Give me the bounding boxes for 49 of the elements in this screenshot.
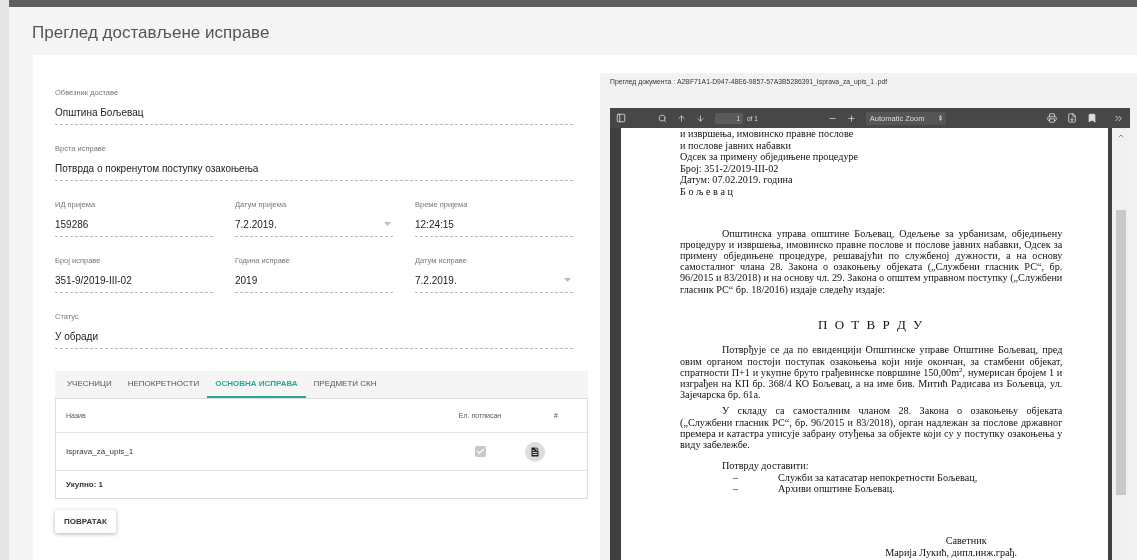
tab[interactable]: УЧЕСНИЦИ xyxy=(59,371,120,398)
dropdown-icon xyxy=(564,278,571,282)
document-line: и извршења, имовинско правне послове xyxy=(680,128,855,140)
date-field[interactable]: 7.2.2019. xyxy=(415,274,573,293)
document-line: Одсек за примену обједињене процедуре xyxy=(680,151,860,163)
document-button[interactable] xyxy=(525,441,545,462)
save-icon[interactable] xyxy=(1067,113,1077,123)
bookmark-icon[interactable] xyxy=(1087,113,1097,123)
text-field[interactable]: 12:24:15 xyxy=(415,218,573,237)
scroll-up-icon xyxy=(1117,132,1126,140)
scrollbar[interactable] xyxy=(1112,128,1130,560)
bullet-dash: – xyxy=(733,483,740,495)
scrollbar-thumb[interactable] xyxy=(1116,210,1126,495)
search-icon[interactable] xyxy=(658,113,667,123)
tab[interactable]: ПРЕДМЕТИ СКН xyxy=(305,371,385,398)
document-line: и послове јавних набавки xyxy=(680,139,792,152)
bullet-dash: – xyxy=(733,471,740,484)
text-field[interactable]: 2019 xyxy=(235,274,393,293)
document-line: Служби за катасатар непокретности Бољевац, xyxy=(778,471,978,484)
document-icon xyxy=(529,445,541,458)
select-arrows-icon xyxy=(938,115,942,121)
document-line: Б о љ е в а ц xyxy=(680,185,734,198)
document-paragraph: Потврђује се да по евиденцији Општинске управе Општине Бољевац, пред овим органом постоји поступак озакоњења који није окончан, за стамбени објекат, спратности П+1 и укупне бруто грађевинске површине 150,00m$^{2}$, нумерисан бројем 1 и изграђен на КП бр. 368/4 КО Бољевац, а на име бив. Митић Радисава из Бољевца, ул. Зајечарска бр. 61а. xyxy=(680,344,1063,401)
document-line: Архиви општине Бољевац. xyxy=(778,483,895,495)
print-icon[interactable] xyxy=(1047,113,1057,123)
document-paragraph: Општинска управа општине Бољевац, Одељење за урбанизам, обједињену процедуру и извршења, имовинско правне послове и послове јавних набавки, Одсек за примену обједињене процедуре, решавајући по службеној дужности, а на основу самосталног члана 28. Закона о озакоњењу објеката („Службени гласник РС“, бр. 96/2015 и 83/2018) и на основу чл. 29. Закона о општем управном поступку („Службени гласник РС“ бр. 18/2016) издаје следећу издаје: xyxy=(680,227,1063,295)
text-field[interactable]: 159286 xyxy=(55,218,213,237)
total-count: Укупно: 1 xyxy=(66,480,104,489)
dropdown-icon xyxy=(384,222,391,226)
page-title: Преглед достављене исправе xyxy=(31,22,271,44)
text-field[interactable]: 351-9/2019-III-02 xyxy=(55,274,213,293)
table-cell-text: Isprava_za_upis_1 xyxy=(66,447,135,456)
document-paragraph: У складу са самосталним чланом 28. Закона о озакоњењу објеката („Службени гласник РС“, бр. 96/2015 и 83/2018), орган надлежан за послове државног премера и катастра уписује забрану отуђења за објекте који су у поступку озакоњења у виду забележбе. xyxy=(680,405,1063,451)
date-field[interactable]: 7.2.2019. xyxy=(235,218,393,237)
document-heading: П О Т В Р Д У xyxy=(817,318,926,331)
text-field[interactable]: Општина Бољевац xyxy=(55,106,573,125)
signature-line: Марија Лукић, дипл.инж.грађ. xyxy=(885,546,1018,559)
back-button[interactable]: ПОВРАТАК xyxy=(55,510,116,533)
zoom-in-icon[interactable] xyxy=(846,113,856,123)
signature-line: Саветник xyxy=(945,535,987,547)
text-field[interactable]: У обради xyxy=(55,330,573,349)
arrow-up-icon[interactable] xyxy=(677,113,686,123)
tab[interactable]: НЕПОКРЕТНОСТИ xyxy=(119,371,208,398)
document-line: Број: 351-2/2019-III-02 xyxy=(680,162,780,175)
arrow-down-icon[interactable] xyxy=(696,113,705,123)
sidebar-toggle-icon[interactable] xyxy=(616,113,626,123)
document-line: Потврду доставити: xyxy=(722,460,810,472)
document-line: Датум: 07.02.2019. година xyxy=(680,174,794,186)
text-field[interactable]: Потврда о покренутом поступку озакоњења xyxy=(55,162,573,181)
